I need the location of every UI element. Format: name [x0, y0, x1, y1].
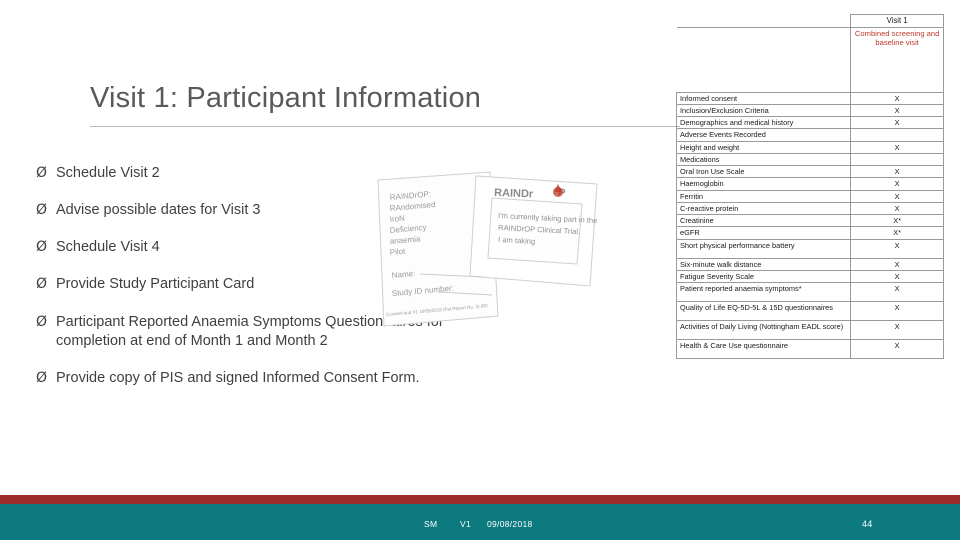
row-mark: X*: [850, 226, 944, 240]
table-row: Adverse Events Recorded: [675, 128, 944, 142]
table-row: Six-minute walk distance X: [675, 257, 944, 271]
list-item-label: Advise possible dates for Visit 3: [56, 202, 261, 219]
row-label: Demographics and medical history: [675, 116, 852, 130]
row-mark: X: [850, 177, 944, 191]
footer-bar: [0, 504, 960, 540]
table-row: Health & Care Use questionnaire X: [675, 339, 944, 360]
list-item-label: Provide copy of PIS and signed Informed …: [56, 369, 420, 386]
table-subheader-row: Combined screening and baseline visit: [676, 26, 944, 93]
visit-schedule-table: Visit 1 Combined screening and baseline …: [675, 14, 944, 360]
row-label: Medications: [675, 152, 852, 167]
row-label: Activities of Daily Living (Nottingham E…: [675, 320, 852, 341]
list-item: Ø Provide copy of PIS and signed Informe…: [36, 369, 496, 388]
table-row: Oral Iron Use Scale X: [675, 165, 944, 179]
row-mark: X: [850, 301, 944, 322]
footer-page-number: 44: [862, 519, 873, 529]
table-row: Patient reported anaemia symptoms* X: [675, 282, 944, 303]
table-row: Height and weight X: [675, 140, 944, 154]
table-row: Activities of Daily Living (Nottingham E…: [675, 320, 944, 341]
row-mark: X: [850, 339, 944, 360]
row-label: Height and weight: [675, 140, 852, 154]
row-label: Creatinine: [675, 214, 852, 228]
row-mark: [850, 152, 944, 167]
table-header-row: Visit 1: [676, 14, 944, 28]
bullet-marker-icon: Ø: [36, 165, 48, 181]
row-label: Short physical performance battery: [675, 238, 852, 259]
title-divider: [90, 126, 680, 127]
row-label: Inclusion/Exclusion Criteria: [675, 103, 852, 118]
bullet-marker-icon: Ø: [36, 369, 48, 386]
table-row: Medications: [675, 152, 944, 167]
row-label: C-reactive protein: [675, 201, 852, 216]
table-row: Ferritin X: [675, 189, 944, 203]
row-mark: X: [850, 282, 944, 303]
consent-form-photo: RAINDrOP: RAndomised IroN Deficiency ana…: [372, 166, 607, 336]
row-label: Informed consent: [675, 91, 852, 105]
table-row: Informed consent X: [675, 91, 944, 105]
bullet-marker-icon: Ø: [36, 239, 48, 256]
bullet-marker-icon: Ø: [36, 202, 48, 219]
row-label: Adverse Events Recorded: [675, 128, 852, 142]
row-label: Oral Iron Use Scale: [675, 165, 852, 179]
row-mark: X: [850, 103, 944, 118]
table-header-blank: [676, 14, 852, 28]
row-mark: X: [850, 116, 944, 130]
footer-version: V1: [460, 519, 471, 529]
table-row: Demographics and medical history X: [675, 116, 944, 130]
list-item-label: Schedule Visit 2: [56, 165, 160, 181]
table-row: Quality of Life EQ-5D-5L & 15D questionn…: [675, 301, 944, 322]
table-subheader-visit1: Combined screening and baseline visit: [850, 26, 944, 93]
footer-date: 09/08/2018: [487, 519, 533, 529]
row-label: Patient reported anaemia symptoms*: [675, 282, 852, 303]
svg-text:Pilot: Pilot: [389, 247, 406, 257]
svg-text:IroN: IroN: [389, 214, 405, 224]
row-label: Haemoglobin: [675, 177, 852, 191]
row-label: Health & Care Use questionnaire: [675, 339, 852, 360]
table-header-visit1: Visit 1: [850, 14, 944, 28]
table-body: Informed consent X Inclusion/Exclusion Cr…: [675, 91, 944, 360]
row-mark: X: [850, 257, 944, 271]
svg-text:RAINDr: RAINDr: [494, 187, 534, 200]
footer-accent-bar: [0, 495, 960, 504]
row-label: eGFR: [675, 226, 852, 240]
row-mark: X: [850, 165, 944, 179]
row-mark: X: [850, 91, 944, 105]
bullet-marker-icon: Ø: [36, 276, 48, 293]
row-label: Fatigue Severity Scale: [675, 269, 852, 284]
row-label: Ferritin: [675, 189, 852, 203]
footer-initials: SM: [424, 519, 438, 529]
row-label: Six-minute walk distance: [675, 257, 852, 271]
row-label: Quality of Life EQ-5D-5L & 15D questionn…: [675, 301, 852, 322]
row-mark: X*: [850, 214, 944, 228]
table-row: Inclusion/Exclusion Criteria X: [675, 103, 944, 118]
table-row: Haemoglobin X: [675, 177, 944, 191]
table-row: Creatinine X*: [675, 214, 944, 228]
page-title: Visit 1: Participant Information: [90, 82, 482, 114]
row-mark: X: [850, 238, 944, 259]
table-subheader-blank: [676, 27, 852, 93]
table-row: C-reactive protein X: [675, 201, 944, 216]
table-row: Fatigue Severity Scale X: [675, 269, 944, 284]
row-mark: [850, 128, 944, 142]
row-mark: X: [850, 189, 944, 203]
row-mark: X: [850, 140, 944, 154]
list-item-label: Schedule Visit 4: [56, 239, 160, 256]
row-mark: X: [850, 320, 944, 341]
row-mark: X: [850, 201, 944, 216]
list-item-label: Provide Study Participant Card: [56, 276, 255, 293]
table-row: eGFR X*: [675, 226, 944, 240]
table-row: Short physical performance battery X: [675, 238, 944, 259]
row-mark: X: [850, 269, 944, 284]
bullet-marker-icon: Ø: [36, 313, 48, 330]
